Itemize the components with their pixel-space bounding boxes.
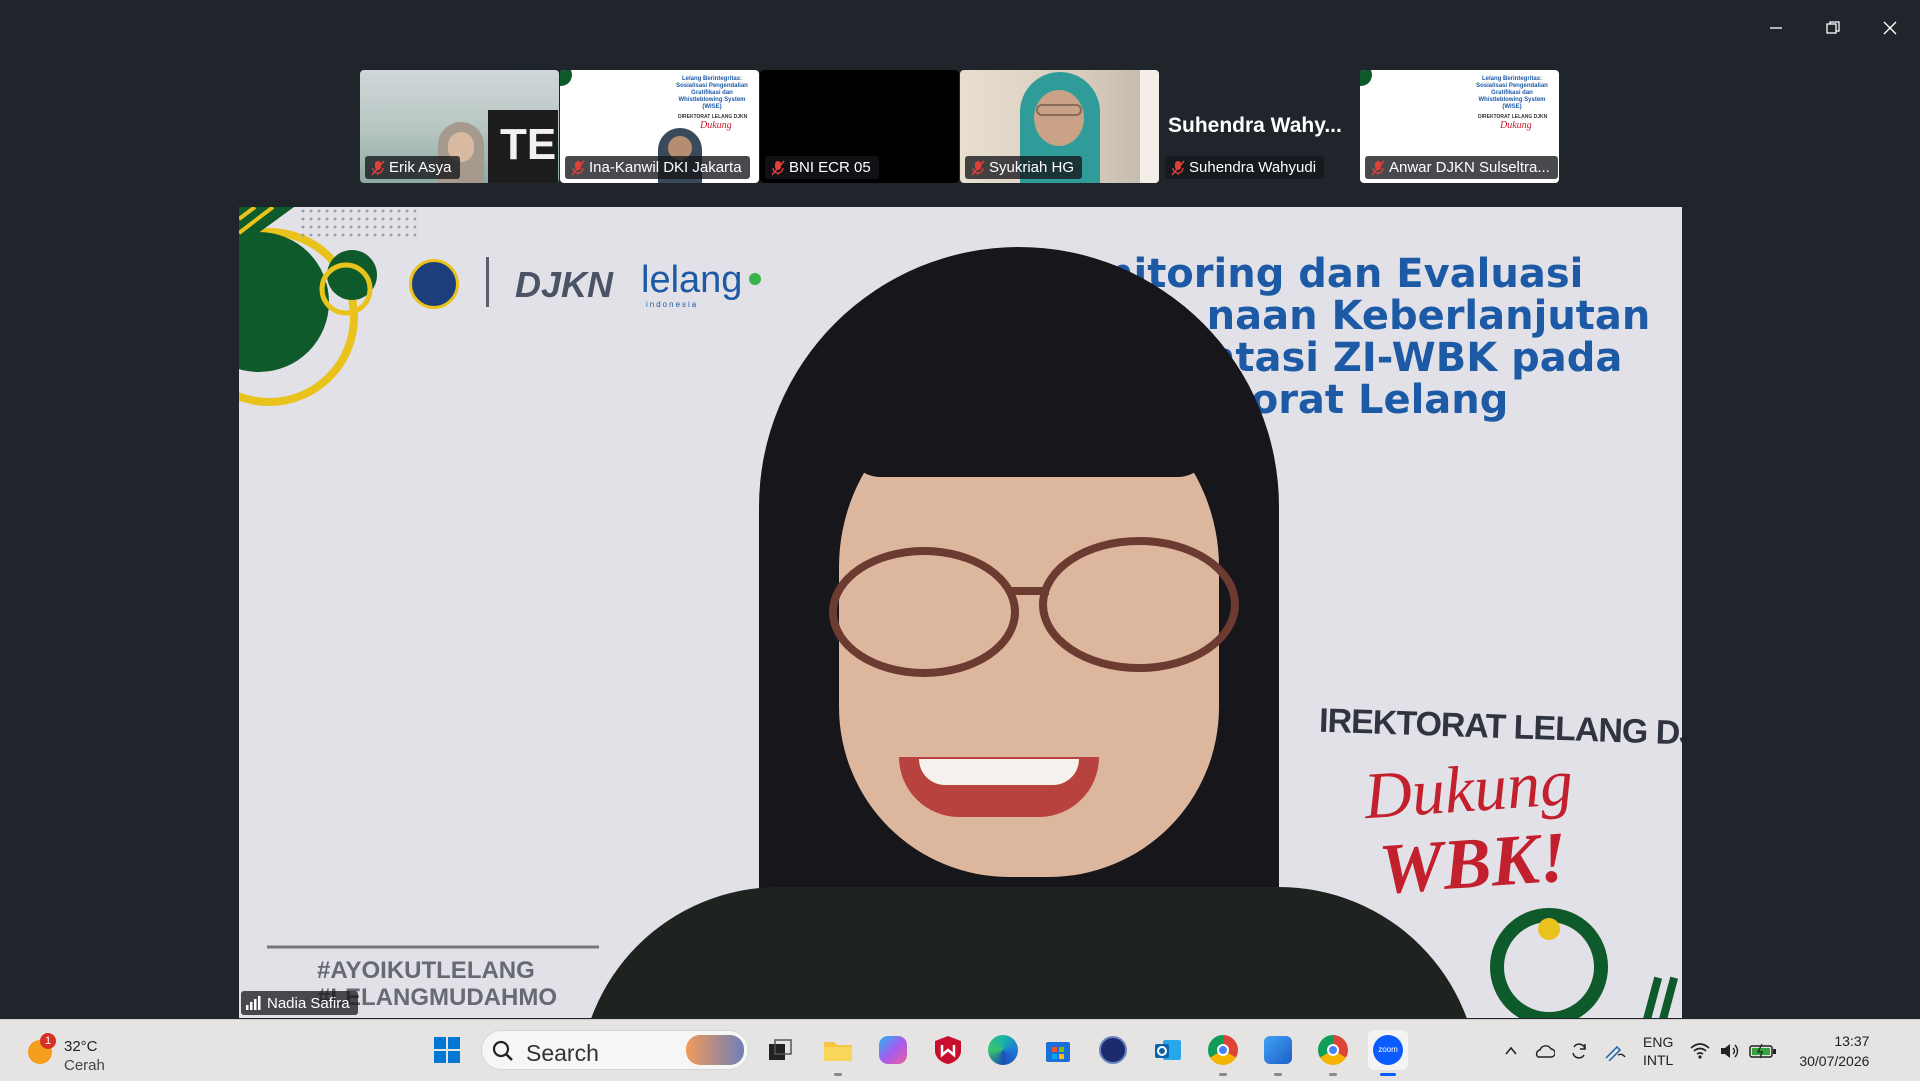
participant-name-label: Erik Asya bbox=[365, 156, 460, 179]
participant-tile[interactable]: Lelang Berintegritas: Sosialisasi Pengen… bbox=[560, 70, 759, 183]
edge-icon bbox=[988, 1035, 1018, 1065]
participant-name-label: Suhendra Wahyudi bbox=[1165, 156, 1325, 179]
weather-badge: 1 bbox=[40, 1033, 56, 1049]
chrome-profile-icon bbox=[1318, 1035, 1348, 1065]
dell-icon bbox=[1099, 1036, 1127, 1064]
start-button[interactable] bbox=[427, 1030, 467, 1070]
mic-muted-icon bbox=[1371, 160, 1385, 175]
minimize-button[interactable] bbox=[1754, 10, 1798, 46]
outlook-icon bbox=[1155, 1040, 1181, 1060]
restore-icon bbox=[1826, 21, 1840, 34]
mic-muted-icon bbox=[771, 160, 785, 175]
mic-muted-icon bbox=[1171, 160, 1185, 175]
restore-button[interactable] bbox=[1811, 10, 1855, 46]
microsoft-store-button[interactable] bbox=[1038, 1030, 1078, 1070]
onedrive-icon[interactable] bbox=[1533, 1043, 1555, 1059]
outlook-button[interactable] bbox=[1148, 1030, 1188, 1070]
windows-logo-icon bbox=[434, 1037, 460, 1063]
chrome-button[interactable] bbox=[1203, 1030, 1243, 1076]
chrome-icon bbox=[1208, 1035, 1238, 1065]
copilot-icon bbox=[879, 1036, 907, 1064]
participant-name-label: Anwar DJKN Sulseltra... bbox=[1365, 156, 1558, 179]
wifi-icon[interactable] bbox=[1689, 1042, 1711, 1060]
close-icon bbox=[1883, 21, 1897, 35]
photos-button[interactable] bbox=[1258, 1030, 1298, 1076]
battery-charging-icon[interactable] bbox=[1749, 1043, 1777, 1059]
system-tray: ENG INTL 13:37 30/07/2026 bbox=[1495, 1020, 1915, 1081]
dell-button[interactable] bbox=[1093, 1030, 1133, 1070]
mic-muted-icon bbox=[571, 160, 585, 175]
participant-display-name: Suhendra Wahy... bbox=[1168, 114, 1342, 137]
active-speaker-video[interactable]: DJKN lelang indonesia nitoring dan Evalu… bbox=[239, 207, 1682, 1018]
mcafee-button[interactable] bbox=[928, 1030, 968, 1070]
volume-icon[interactable] bbox=[1719, 1042, 1741, 1060]
weather-widget[interactable]: 1 32°C Cerah bbox=[24, 1028, 114, 1074]
language-indicator[interactable]: ENG INTL bbox=[1643, 1033, 1673, 1069]
clock[interactable]: 13:37 30/07/2026 bbox=[1799, 1031, 1869, 1071]
speaker-person bbox=[239, 207, 1682, 1018]
search-icon bbox=[492, 1040, 513, 1061]
search-highlight-image bbox=[686, 1035, 744, 1065]
taskbar-search[interactable]: Search bbox=[481, 1030, 749, 1070]
task-view-button[interactable] bbox=[760, 1030, 800, 1070]
close-button[interactable] bbox=[1868, 10, 1912, 46]
file-explorer-button[interactable] bbox=[818, 1030, 858, 1076]
running-indicator bbox=[834, 1073, 842, 1076]
mcafee-shield-icon bbox=[935, 1036, 961, 1064]
active-indicator bbox=[1380, 1073, 1396, 1076]
running-indicator bbox=[1274, 1073, 1282, 1076]
windows-taskbar: 1 32°C Cerah Search zoom ENG INTL 13:37 … bbox=[0, 1019, 1920, 1081]
chevron-up-icon[interactable] bbox=[1503, 1043, 1519, 1059]
chrome-profile-button[interactable] bbox=[1313, 1030, 1353, 1076]
running-indicator bbox=[1329, 1073, 1337, 1076]
participant-tile[interactable]: Lelang Berintegritas: Sosialisasi Pengen… bbox=[1360, 70, 1559, 183]
photos-icon bbox=[1264, 1036, 1292, 1064]
edge-button[interactable] bbox=[983, 1030, 1023, 1070]
participant-name-label: Syukriah HG bbox=[965, 156, 1083, 179]
sync-icon[interactable] bbox=[1569, 1041, 1589, 1061]
participant-tile[interactable]: TE Erik Asya bbox=[360, 70, 559, 183]
mic-muted-icon bbox=[971, 160, 985, 175]
signal-bars-icon bbox=[246, 996, 261, 1010]
participant-name-label: Ina-Kanwil DKI Jakarta bbox=[565, 156, 750, 179]
participant-tile[interactable]: Suhendra Wahy... Suhendra Wahyudi bbox=[1160, 70, 1359, 183]
minimize-icon bbox=[1770, 27, 1782, 29]
mic-muted-icon bbox=[371, 160, 385, 175]
speaker-name-label: Nadia Safira bbox=[241, 991, 358, 1015]
store-icon bbox=[1046, 1042, 1070, 1062]
pen-touch-icon[interactable] bbox=[1603, 1041, 1627, 1061]
folder-icon bbox=[824, 1042, 852, 1061]
participant-tile[interactable]: Syukriah HG bbox=[960, 70, 1159, 183]
copilot-button[interactable] bbox=[873, 1030, 913, 1070]
participant-tile[interactable]: BNI ECR 05 bbox=[760, 70, 959, 183]
zoom-icon: zoom bbox=[1373, 1035, 1403, 1065]
task-view-icon bbox=[769, 1039, 792, 1060]
running-indicator bbox=[1219, 1073, 1227, 1076]
zoom-button[interactable]: zoom bbox=[1368, 1030, 1408, 1076]
participant-name-label: BNI ECR 05 bbox=[765, 156, 879, 179]
